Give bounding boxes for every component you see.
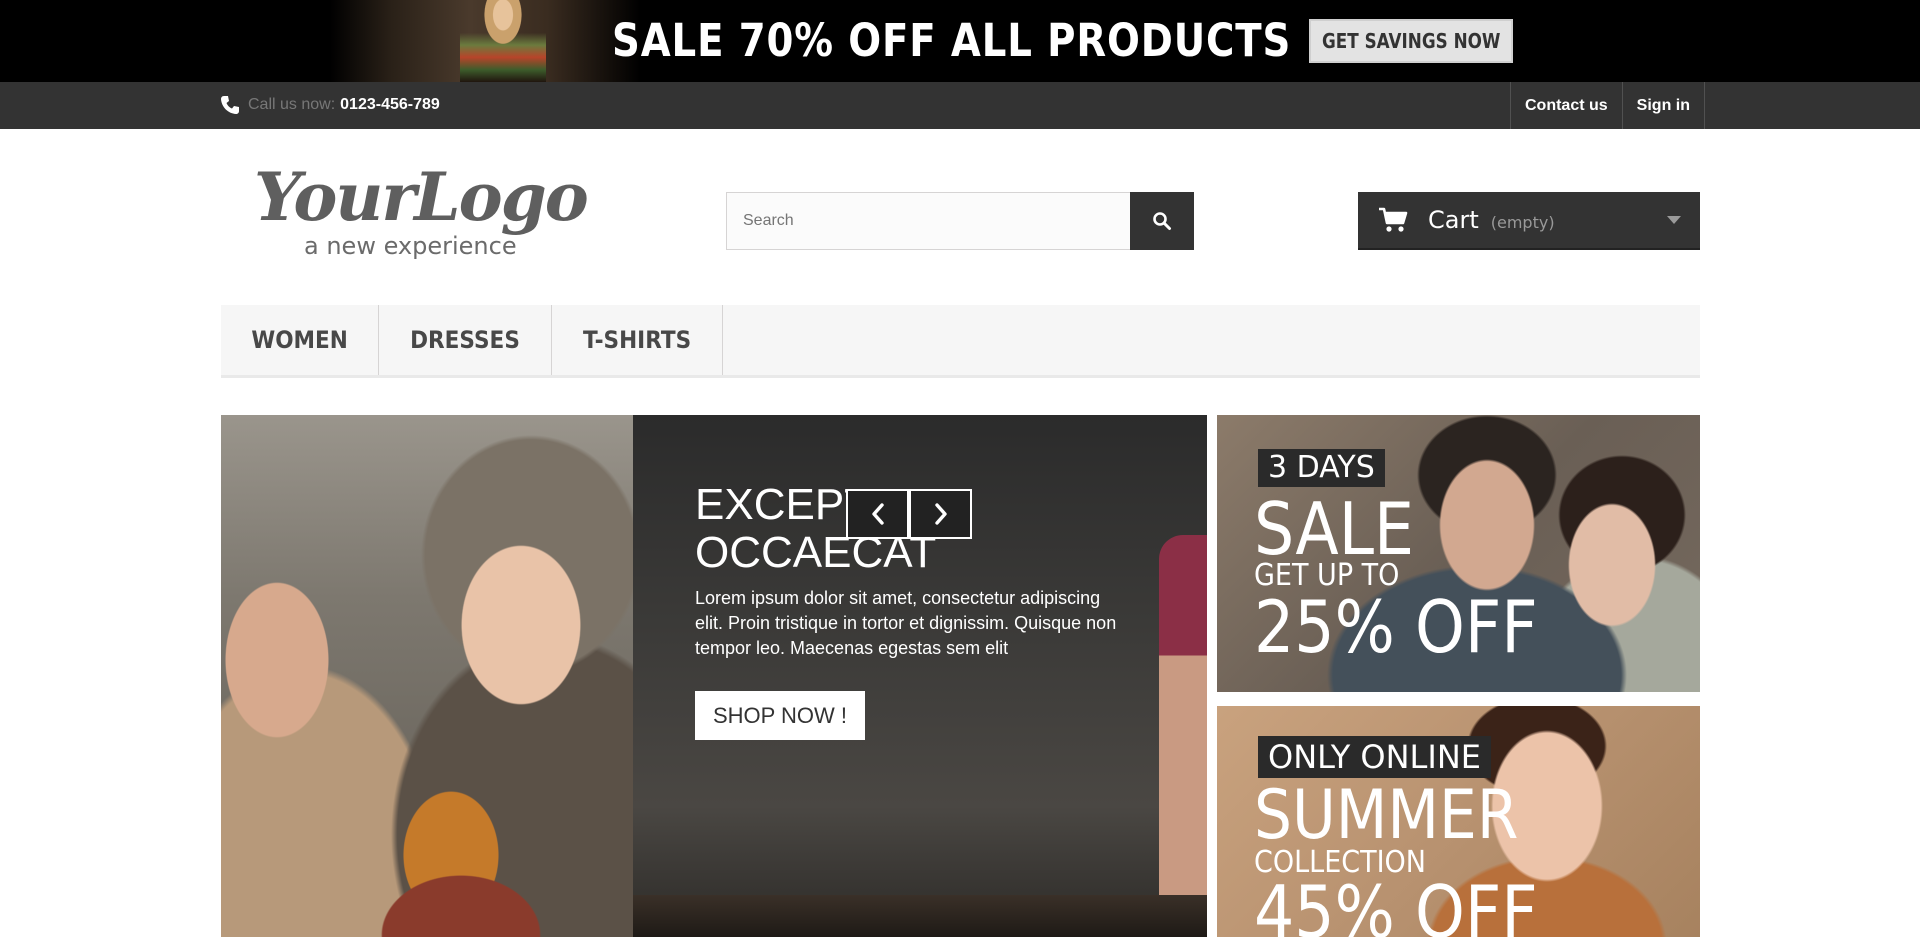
homepage-slider: EXCEPTEUR OCCAECAT Lorem ipsum dolor sit… — [221, 415, 1207, 937]
banner-headline: SUMMER — [1254, 776, 1519, 855]
menu-item-label: WOMEN — [251, 326, 348, 354]
slider-prev-button[interactable] — [846, 489, 909, 539]
slide-model-figure — [1159, 535, 1207, 937]
call-label: Call us now: — [248, 96, 336, 113]
phone-contact: Call us now: 0123-456-789 — [220, 95, 440, 115]
menu-item-label: DRESSES — [410, 326, 521, 354]
main-menu: WOMEN DRESSES T-SHIRTS — [221, 305, 1700, 378]
slider-photo-women — [221, 415, 633, 937]
slide-description: Lorem ipsum dolor sit amet, consectetur … — [695, 588, 1117, 658]
sale-banner-top[interactable]: 3 DAYS SALE GET UP TO 25% OFF — [1217, 415, 1700, 692]
cart-button[interactable]: Cart (empty) — [1358, 192, 1700, 250]
cart-label: Cart — [1428, 206, 1479, 234]
get-savings-button[interactable]: GET SAVINGS NOW — [1309, 19, 1513, 63]
shop-now-button[interactable]: SHOP NOW ! — [695, 691, 865, 740]
phone-number: 0123-456-789 — [340, 96, 440, 113]
banner-tag: 3 DAYS — [1258, 449, 1385, 487]
banner-headline: SALE — [1254, 487, 1415, 571]
banner-discount: 45% OFF — [1254, 870, 1538, 937]
utility-bar: Call us now: 0123-456-789 Contact us Sig… — [0, 82, 1920, 129]
search-input[interactable] — [726, 192, 1130, 250]
menu-item-t-shirts[interactable]: T-SHIRTS — [552, 305, 724, 375]
search-button[interactable] — [1130, 192, 1194, 250]
slide-railing — [633, 895, 1207, 937]
promo-banner[interactable]: SALE 70% OFF ALL PRODUCTS GET SAVINGS NO… — [0, 0, 1920, 82]
slider-next-button[interactable] — [909, 489, 972, 539]
sign-in-link[interactable]: Sign in — [1623, 82, 1705, 129]
search-form — [726, 192, 1194, 250]
promo-headline: SALE 70% OFF ALL PRODUCTS — [612, 14, 1292, 67]
promo-model-image — [460, 0, 546, 82]
site-logo[interactable]: YourLogo a new experience — [252, 158, 612, 262]
banner-tag: ONLY ONLINE — [1258, 736, 1491, 778]
menu-item-women[interactable]: WOMEN — [221, 305, 380, 375]
banner-discount: 25% OFF — [1254, 585, 1538, 669]
logo-tagline: a new experience — [304, 232, 517, 260]
cart-state: (empty) — [1490, 212, 1555, 232]
cart-icon — [1379, 207, 1408, 232]
menu-item-label: T-SHIRTS — [583, 326, 692, 354]
phone-icon — [221, 96, 239, 114]
menu-item-dresses[interactable]: DRESSES — [379, 305, 553, 375]
get-savings-label: GET SAVINGS NOW — [1321, 29, 1501, 53]
summer-banner-bottom[interactable]: ONLY ONLINE SUMMER COLLECTION 45% OFF — [1217, 706, 1700, 937]
search-icon — [1153, 212, 1171, 230]
chevron-down-icon — [1667, 216, 1681, 224]
logo-main-text: YourLogo — [254, 158, 587, 236]
chevron-right-icon — [934, 503, 947, 525]
contact-us-link[interactable]: Contact us — [1511, 82, 1623, 129]
topbar-links: Contact us Sign in — [1510, 82, 1705, 129]
chevron-left-icon — [871, 503, 884, 525]
